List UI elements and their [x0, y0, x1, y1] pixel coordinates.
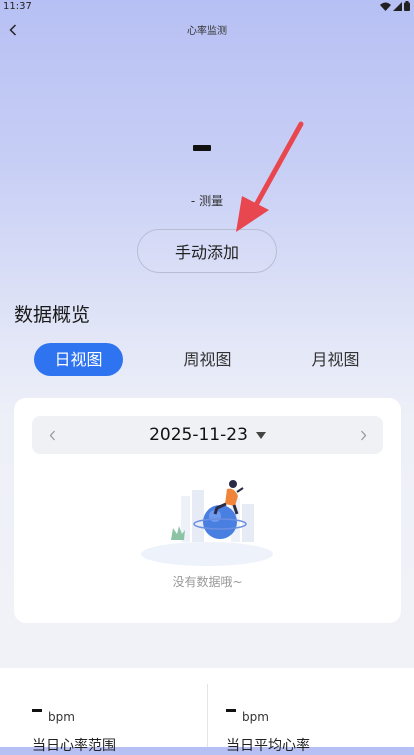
- heart-rate-value: [193, 145, 211, 151]
- date-selector: 2025-11-23: [32, 416, 383, 454]
- status-icons: [380, 1, 410, 11]
- range-unit: bpm: [48, 710, 75, 724]
- stats-panel: bpm 当日心率范围 bpm 当日平均心率: [0, 668, 414, 754]
- wifi-icon: [380, 2, 391, 11]
- average-unit: bpm: [242, 710, 269, 724]
- status-time: 11:37: [3, 1, 32, 12]
- range-value-dash: [32, 709, 42, 712]
- stats-divider: [207, 684, 208, 747]
- date-picker[interactable]: 2025-11-23: [32, 416, 383, 454]
- tab-day-view[interactable]: 日视图: [34, 343, 123, 376]
- page-title: 心率监测: [187, 26, 227, 37]
- range-label: 当日心率范围: [32, 738, 116, 754]
- caret-down-icon: [255, 431, 266, 439]
- manual-add-button[interactable]: 手动添加: [137, 229, 277, 273]
- tab-month-view[interactable]: 月视图: [291, 343, 380, 376]
- signal-icon: [393, 1, 402, 11]
- average-value-dash: [226, 709, 236, 712]
- tab-week-view[interactable]: 周视图: [163, 343, 252, 376]
- measure-time-label: - 测量: [190, 194, 224, 208]
- average-label: 当日平均心率: [226, 738, 310, 754]
- view-tabs: 日视图 周视图 月视图: [0, 343, 414, 377]
- day-data-card: 2025-11-23 没有数据哦~: [14, 398, 401, 623]
- empty-state-illustration: [141, 480, 273, 566]
- overview-title: 数据概览: [14, 304, 91, 326]
- selected-date: 2025-11-23: [149, 425, 248, 445]
- heart-rate-range-stat: bpm 当日心率范围: [32, 668, 202, 754]
- battery-icon: [404, 1, 410, 11]
- status-bar: 11:37: [0, 0, 414, 14]
- chevron-right-icon: [360, 430, 366, 440]
- next-date-button[interactable]: [353, 425, 373, 445]
- empty-state-text: 没有数据哦~: [172, 575, 243, 589]
- average-heart-rate-stat: bpm 当日平均心率: [226, 668, 396, 754]
- nav-bar: 心率监测: [0, 18, 414, 42]
